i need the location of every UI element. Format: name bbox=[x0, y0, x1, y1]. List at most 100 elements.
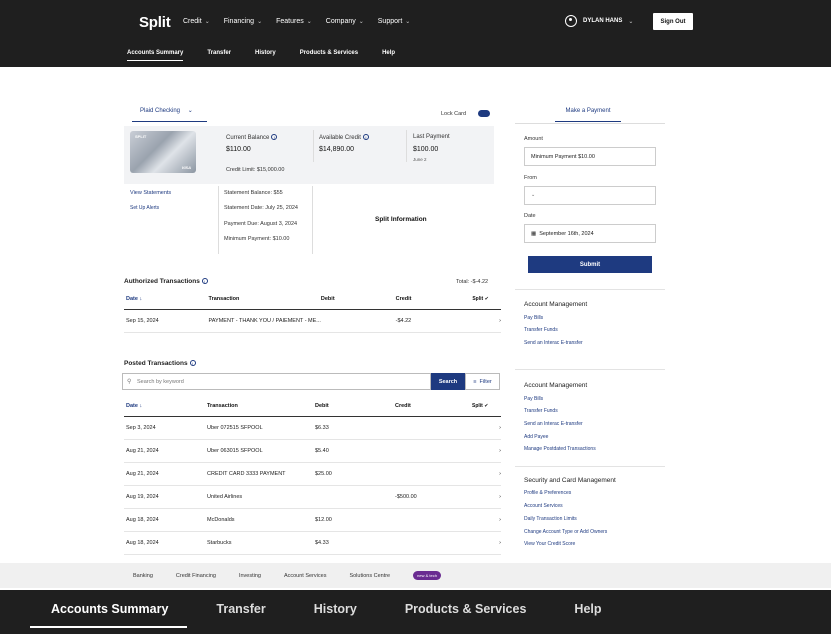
subnav-accounts-summary[interactable]: Accounts Summary bbox=[127, 50, 184, 61]
menu-financing[interactable]: Financing ⌄ bbox=[224, 18, 262, 25]
sign-out-button[interactable]: Sign Out bbox=[653, 13, 693, 30]
change-account-type-link[interactable]: Change Account Type or Add Owners bbox=[524, 529, 607, 535]
bottom-nav-accounts-summary[interactable]: Accounts Summary bbox=[51, 602, 168, 616]
menu-features[interactable]: Features ⌄ bbox=[276, 18, 312, 25]
filter-icon: ≡ bbox=[473, 378, 477, 385]
divider bbox=[218, 186, 219, 254]
tx-date: Sep 15, 2024 bbox=[124, 309, 209, 333]
tx-date: Aug 18, 2024 bbox=[124, 508, 207, 532]
posted-transactions-title: Posted Transactions i bbox=[124, 360, 196, 367]
bottom-nav-help[interactable]: Help bbox=[574, 602, 601, 616]
subnav-history[interactable]: History bbox=[255, 50, 276, 61]
pay-bills-link[interactable]: Pay Bills bbox=[524, 315, 543, 321]
amount-field[interactable]: Minimum Payment $10.00 bbox=[524, 147, 656, 166]
table-row[interactable]: Aug 21, 2024 CREDIT CARD 3333 PAYMENT $2… bbox=[124, 462, 501, 486]
chevron-right-icon[interactable]: › bbox=[472, 416, 501, 440]
tx-credit bbox=[395, 508, 472, 532]
user-menu[interactable]: DYLAN HANS ⌄ bbox=[565, 15, 633, 27]
bottom-nav-products-services[interactable]: Products & Services bbox=[405, 602, 527, 616]
security-card-management-title: Security and Card Management bbox=[524, 477, 616, 484]
tx-description: PAYMENT - THANK YOU / PAIEMENT - ME... bbox=[208, 309, 321, 333]
tx-credit: -$500.00 bbox=[395, 485, 472, 509]
search-button[interactable]: Search bbox=[431, 373, 465, 390]
column-date[interactable]: Date ↓ bbox=[124, 396, 207, 417]
account-selector[interactable]: Plaid Checking ⌄ bbox=[132, 107, 207, 122]
menu-credit[interactable]: Credit ⌄ bbox=[183, 18, 210, 25]
bottom-nav-transfer[interactable]: Transfer bbox=[216, 602, 265, 616]
chevron-right-icon[interactable]: › bbox=[472, 309, 501, 333]
info-icon[interactable]: i bbox=[201, 278, 208, 284]
tx-debit: $6.33 bbox=[315, 416, 395, 440]
split-logo[interactable]: Split bbox=[139, 14, 171, 31]
from-select[interactable]: ⌄ bbox=[524, 186, 656, 205]
chevron-right-icon[interactable]: › bbox=[472, 508, 501, 532]
search-placeholder: Search by keyword bbox=[137, 379, 184, 385]
minimum-payment: Minimum Payment: $10.00 bbox=[224, 236, 290, 242]
account-services-link[interactable]: Account Services bbox=[524, 503, 563, 509]
table-row[interactable]: Sep 3, 2024 Uber 072515 SFPOOL $6.33 › bbox=[124, 416, 501, 440]
footer-account-services[interactable]: Account Services bbox=[284, 573, 327, 579]
tx-description: United Airlines bbox=[207, 485, 315, 509]
chevron-down-icon: ⌄ bbox=[204, 19, 210, 25]
date-field[interactable]: ▦ September 16th, 2024 bbox=[524, 224, 656, 243]
daily-limits-link[interactable]: Daily Transaction Limits bbox=[524, 516, 577, 522]
interac-etransfer-link[interactable]: Send an Interac E-transfer bbox=[524, 340, 583, 346]
chevron-right-icon[interactable]: › bbox=[472, 462, 501, 486]
tx-credit bbox=[395, 531, 472, 555]
divider bbox=[515, 289, 665, 290]
search-icon: ⚲ bbox=[127, 379, 132, 385]
from-label: From bbox=[524, 175, 537, 181]
chevron-down-icon: ⌄ bbox=[187, 108, 193, 114]
bottom-nav-history[interactable]: History bbox=[314, 602, 357, 616]
footer-credit-financing[interactable]: Credit Financing bbox=[176, 573, 216, 579]
table-row[interactable]: Aug 21, 2024 Uber 063015 SFPOOL $5.40 › bbox=[124, 439, 501, 463]
profile-preferences-link[interactable]: Profile & Preferences bbox=[524, 490, 571, 496]
posted-transactions-table: Date ↓ Transaction Debit Credit Split ✔ … bbox=[124, 396, 501, 555]
chevron-right-icon[interactable]: › bbox=[472, 439, 501, 463]
table-header-row: Date ↓ Transaction Debit Credit Split ✔ bbox=[124, 396, 501, 417]
tx-credit bbox=[395, 462, 472, 486]
subnav-help[interactable]: Help bbox=[382, 50, 395, 61]
date-label: Date bbox=[524, 213, 536, 219]
chevron-down-icon: ⌄ bbox=[405, 19, 411, 25]
pay-bills-link[interactable]: Pay Bills bbox=[524, 396, 543, 402]
footer-banking[interactable]: Banking bbox=[133, 573, 153, 579]
column-split: Split ✔ bbox=[472, 396, 501, 417]
add-payee-link[interactable]: Add Payee bbox=[524, 434, 548, 440]
view-credit-score-link[interactable]: View Your Credit Score bbox=[524, 541, 575, 547]
table-row[interactable]: Aug 18, 2024 McDonalds $12.00 › bbox=[124, 508, 501, 532]
subnav-transfer[interactable]: Transfer bbox=[207, 50, 231, 61]
credit-card-image: SPLIT VISA bbox=[130, 131, 196, 173]
menu-support[interactable]: Support ⌄ bbox=[378, 18, 411, 25]
column-date[interactable]: Date ↓ bbox=[124, 289, 209, 310]
table-row[interactable]: Sep 15, 2024 PAYMENT - THANK YOU / PAIEM… bbox=[124, 309, 501, 333]
menu-company[interactable]: Company ⌄ bbox=[326, 18, 364, 25]
footer-solutions-centre[interactable]: Solutions Centre bbox=[349, 573, 390, 579]
view-statements-link[interactable]: View Statements bbox=[130, 190, 171, 196]
transfer-funds-link[interactable]: Transfer Funds bbox=[524, 327, 558, 333]
table-row[interactable]: Aug 19, 2024 United Airlines -$500.00 › bbox=[124, 485, 501, 509]
tx-credit bbox=[395, 439, 472, 463]
statement-date: Statement Date: July 25, 2024 bbox=[224, 205, 298, 211]
calendar-icon: ▦ bbox=[531, 231, 537, 237]
transfer-funds-link[interactable]: Transfer Funds bbox=[524, 408, 558, 414]
chevron-right-icon[interactable]: › bbox=[472, 531, 501, 555]
tab-make-a-payment[interactable]: Make a Payment bbox=[555, 108, 621, 122]
interac-etransfer-link[interactable]: Send an Interac E-transfer bbox=[524, 421, 583, 427]
manage-postdated-link[interactable]: Manage Postdated Transactions bbox=[524, 446, 596, 452]
search-input[interactable]: ⚲ Search by keyword bbox=[122, 373, 431, 390]
submit-button[interactable]: Submit bbox=[528, 256, 652, 273]
chevron-down-icon: ⌄ bbox=[628, 18, 634, 25]
set-up-alerts-link[interactable]: Set Up Alerts bbox=[130, 205, 159, 211]
subnav-products-services[interactable]: Products & Services bbox=[300, 50, 358, 61]
filter-button[interactable]: ≡ Filter bbox=[465, 373, 500, 390]
info-icon[interactable]: i bbox=[271, 134, 278, 140]
tx-description: Starbucks bbox=[207, 531, 315, 555]
chevron-right-icon[interactable]: › bbox=[472, 485, 501, 509]
footer-investing[interactable]: Investing bbox=[239, 573, 261, 579]
table-row[interactable]: Aug 18, 2024 Starbucks $4.33 › bbox=[124, 531, 501, 555]
active-tab-indicator bbox=[30, 626, 187, 628]
info-icon[interactable]: i bbox=[362, 134, 369, 140]
info-icon[interactable]: i bbox=[189, 360, 196, 366]
lock-card-toggle[interactable] bbox=[478, 110, 490, 117]
